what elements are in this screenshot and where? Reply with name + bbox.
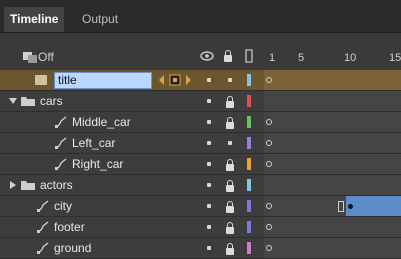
- visibility-dot[interactable]: [207, 246, 211, 250]
- layer-row-right-car[interactable]: Right_car: [0, 154, 401, 175]
- layer-row-actors[interactable]: actors: [0, 175, 401, 196]
- keyframe-marker[interactable]: [266, 119, 272, 125]
- layer-name: Right_car: [72, 157, 124, 171]
- layer-color-swatch[interactable]: [247, 137, 251, 149]
- tab-timeline[interactable]: Timeline: [4, 7, 65, 32]
- layer-name: Left_car: [72, 136, 116, 150]
- tab-output[interactable]: Output: [76, 7, 124, 32]
- layer-color-swatch[interactable]: [247, 179, 251, 191]
- lock-all-icon[interactable]: [224, 50, 232, 62]
- layer-name: city: [54, 199, 72, 213]
- layer-color-swatch[interactable]: [247, 200, 251, 212]
- motion-path-icon: [37, 200, 49, 212]
- lock-icon[interactable]: [226, 96, 234, 108]
- frames-track[interactable]: [264, 133, 401, 153]
- onion-skin-label[interactable]: Off: [38, 50, 54, 64]
- keyframe-marker[interactable]: [266, 224, 272, 230]
- layer-row-left-car[interactable]: Left_car: [0, 133, 401, 154]
- layer-row-cars[interactable]: cars: [0, 91, 401, 112]
- end-frame-marker[interactable]: [338, 201, 344, 212]
- keyframe-marker[interactable]: [266, 77, 272, 83]
- layer-name: cars: [40, 94, 63, 108]
- layer-row-title[interactable]: title: [0, 70, 401, 91]
- ruler-tick: 5: [298, 52, 305, 64]
- visibility-dot[interactable]: [207, 120, 211, 124]
- lock-dot[interactable]: [228, 78, 232, 82]
- motion-path-icon: [37, 242, 49, 254]
- tween-nav-icon[interactable]: [158, 74, 194, 86]
- visibility-dot[interactable]: [207, 141, 211, 145]
- panel-tab-bar: Timeline Output: [0, 0, 401, 33]
- frames-track[interactable]: [264, 196, 401, 216]
- ruler-tick: 10: [344, 52, 357, 64]
- layer-row-middle-car[interactable]: Middle_car: [0, 112, 401, 133]
- layer-row-footer[interactable]: footer: [0, 217, 401, 238]
- frames-track[interactable]: [264, 112, 401, 132]
- layer-name: Middle_car: [72, 115, 131, 129]
- visibility-dot[interactable]: [207, 78, 211, 82]
- visibility-dot[interactable]: [207, 162, 211, 166]
- layer-color-swatch[interactable]: [247, 158, 251, 170]
- layer-row-ground[interactable]: ground: [0, 238, 401, 259]
- chevron-down-icon[interactable]: [8, 97, 18, 105]
- keyframe-marker[interactable]: [266, 203, 272, 209]
- layer-name: footer: [54, 220, 85, 234]
- frames-track[interactable]: [264, 70, 401, 90]
- lock-icon[interactable]: [226, 180, 234, 192]
- layer-name: actors: [40, 178, 73, 192]
- chevron-right-icon[interactable]: [9, 180, 17, 190]
- ruler-tick: 15: [389, 52, 401, 64]
- folder-icon: [21, 97, 35, 106]
- keyframe-marker[interactable]: [266, 161, 272, 167]
- frames-track[interactable]: [264, 175, 401, 195]
- layer-color-swatch[interactable]: [247, 74, 251, 86]
- layer-color-swatch[interactable]: [247, 221, 251, 233]
- frames-track[interactable]: [264, 238, 401, 258]
- layer-row-city[interactable]: city: [0, 196, 401, 217]
- eye-icon[interactable]: [200, 51, 214, 61]
- visibility-dot[interactable]: [207, 183, 211, 187]
- frames-track[interactable]: [264, 91, 401, 111]
- layer-color-swatch[interactable]: [247, 242, 251, 254]
- lock-dot[interactable]: [228, 141, 232, 145]
- motion-path-icon: [55, 137, 67, 149]
- keyframe-filled[interactable]: [348, 204, 353, 209]
- frames-track[interactable]: [264, 217, 401, 237]
- layer-name: ground: [54, 241, 92, 255]
- visibility-dot[interactable]: [207, 204, 211, 208]
- ruler-tick: 1: [269, 52, 276, 64]
- lock-icon[interactable]: [226, 117, 234, 129]
- layer-name-value: title: [58, 73, 77, 87]
- layer-type-icon: [35, 75, 47, 85]
- motion-path-icon: [55, 116, 67, 128]
- layer-color-swatch[interactable]: [247, 116, 251, 128]
- motion-path-icon: [55, 158, 67, 170]
- layer-color-swatch[interactable]: [247, 95, 251, 107]
- lock-icon[interactable]: [226, 222, 234, 234]
- lock-icon[interactable]: [226, 159, 234, 171]
- folder-icon: [21, 181, 35, 190]
- keyframe-marker[interactable]: [266, 140, 272, 146]
- lock-icon[interactable]: [226, 201, 234, 213]
- visibility-dot[interactable]: [207, 225, 211, 229]
- frames-track[interactable]: [264, 154, 401, 174]
- tween-span[interactable]: [346, 196, 401, 216]
- onion-skin-icon[interactable]: [22, 50, 38, 64]
- visibility-dot[interactable]: [207, 99, 211, 103]
- keyframe-marker[interactable]: [266, 245, 272, 251]
- outline-icon[interactable]: [245, 49, 253, 63]
- layer-name-input[interactable]: title: [54, 72, 152, 89]
- motion-path-icon: [37, 221, 49, 233]
- frame-ruler[interactable]: 1 5 10 15: [264, 42, 401, 70]
